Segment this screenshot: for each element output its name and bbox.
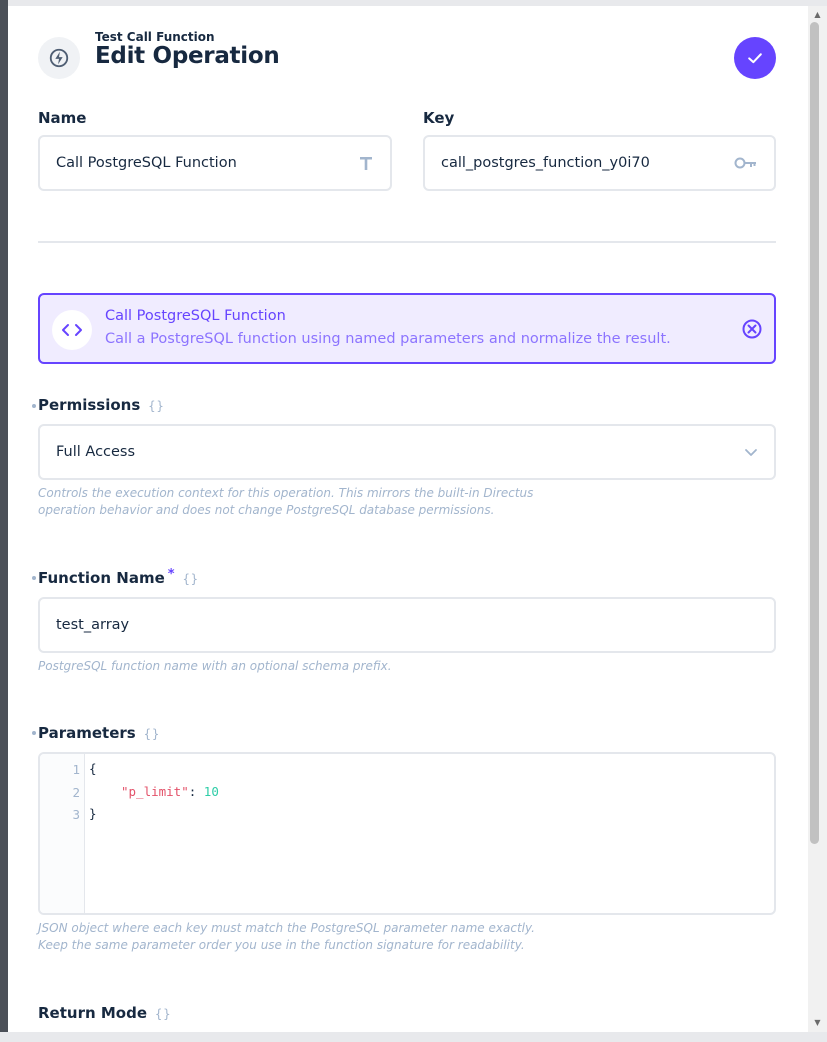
line-number: 1	[72, 762, 80, 777]
chevron-down-icon	[744, 447, 758, 457]
required-indicator: *	[167, 567, 175, 582]
parameters-label-text: Parameters	[38, 724, 136, 742]
page-title: Edit Operation	[95, 43, 280, 69]
scroll-up-arrow-icon[interactable]: ▲	[808, 8, 827, 22]
parameters-hint-line: Keep the same parameter order you use in…	[38, 938, 525, 952]
function-name-label-text: Function Name	[38, 569, 165, 587]
key-input[interactable]: call_postgres_function_y0i70	[423, 135, 776, 191]
operation-description: Call a PostgreSQL function using named p…	[105, 331, 671, 347]
bolt-icon	[38, 37, 80, 79]
line-number: 3	[72, 807, 80, 822]
key-label: Key	[423, 109, 455, 127]
permissions-hint-line: operation behavior and does not change P…	[38, 503, 495, 517]
selected-operation-card: Call PostgreSQL Function Call a PostgreS…	[38, 293, 776, 364]
function-name-hint: PostgreSQL function name with an optiona…	[38, 659, 392, 673]
line-number-gutter: 1 2 3	[40, 754, 85, 913]
parameters-label: Parameters {}	[38, 724, 160, 742]
parameters-code-editor[interactable]: 1 2 3 { "p_limit": 10 }	[38, 752, 776, 915]
deselect-operation-icon[interactable]	[740, 317, 764, 341]
raw-value-toggle-icon[interactable]: {}	[155, 1007, 171, 1021]
check-icon	[748, 53, 762, 64]
left-sidebar-edge	[0, 0, 8, 1042]
code-line: {	[89, 761, 97, 776]
function-name-input-value: test_array	[56, 617, 130, 633]
parameters-hint: JSON object where each key must match th…	[38, 920, 535, 954]
return-mode-label: Return Mode {}	[38, 1004, 171, 1022]
name-input-value: Call PostgreSQL Function	[56, 155, 237, 171]
field-dot	[32, 404, 36, 408]
header-subtitle: Test Call Function	[95, 30, 215, 44]
code-icon	[52, 310, 92, 350]
edit-operation-drawer: Test Call Function Edit Operation Name C…	[8, 6, 808, 1032]
scrollbar-thumb[interactable]	[810, 22, 819, 844]
permissions-hint-line: Controls the execution context for this …	[38, 486, 534, 500]
parameters-hint-line: JSON object where each key must match th…	[38, 921, 535, 935]
json-number: 10	[203, 784, 219, 799]
name-label: Name	[38, 109, 87, 127]
section-divider	[38, 241, 776, 243]
field-dot	[32, 731, 36, 735]
save-button[interactable]	[734, 37, 776, 79]
bottom-edge	[0, 1032, 827, 1042]
raw-value-toggle-icon[interactable]: {}	[144, 727, 160, 741]
name-input[interactable]: Call PostgreSQL Function	[38, 135, 392, 191]
json-key: "p_limit"	[121, 784, 189, 799]
permissions-label: Permissions {}	[38, 396, 165, 414]
key-icon	[734, 156, 758, 170]
permissions-select[interactable]: Full Access	[38, 424, 776, 480]
code-line: "p_limit": 10	[121, 784, 219, 799]
permissions-hint: Controls the execution context for this …	[38, 485, 533, 519]
json-colon: :	[188, 784, 204, 799]
field-dot	[32, 576, 36, 580]
raw-value-toggle-icon[interactable]: {}	[183, 572, 199, 586]
raw-value-toggle-icon[interactable]: {}	[148, 399, 164, 413]
function-name-input[interactable]: test_array	[38, 597, 776, 653]
text-type-icon	[358, 155, 374, 171]
key-input-value: call_postgres_function_y0i70	[441, 155, 650, 171]
code-line: }	[89, 806, 97, 821]
line-number: 2	[72, 785, 80, 800]
function-name-label: Function Name * {}	[38, 567, 199, 587]
permissions-label-text: Permissions	[38, 396, 141, 414]
return-mode-label-text: Return Mode	[38, 1004, 148, 1022]
operation-title: Call PostgreSQL Function	[105, 308, 286, 324]
scroll-down-arrow-icon[interactable]: ▼	[808, 1016, 827, 1030]
vertical-scrollbar[interactable]: ▲ ▼	[808, 6, 827, 1032]
permissions-select-value: Full Access	[56, 444, 136, 460]
